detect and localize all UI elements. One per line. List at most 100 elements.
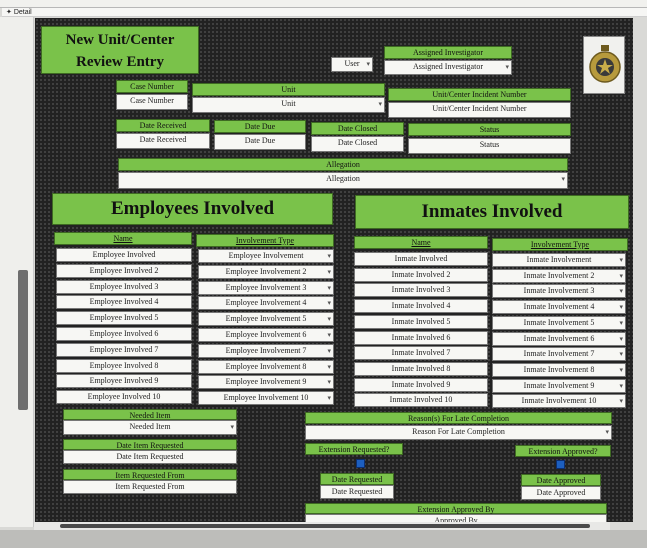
date-item-requested-field[interactable]: Date Item Requested (63, 450, 237, 464)
inmate-involvement-dropdown[interactable]: Inmate Involvement ▾ (492, 253, 626, 267)
date-approved-field[interactable]: Date Approved (521, 486, 601, 500)
inmate-involvement-dropdown[interactable]: Inmate Involvement 4 ▾ (492, 300, 626, 315)
inmate-involvement-dropdown[interactable]: Inmate Involvement 8 ▾ (492, 362, 626, 377)
chevron-down-icon: ▾ (619, 381, 623, 390)
employee-involvement-value: Employee Involvement 6 (225, 330, 307, 339)
extension-approved-checkbox[interactable] (556, 460, 565, 469)
chevron-down-icon: ▾ (619, 334, 623, 343)
inmate-name-field[interactable]: Inmate Involved 5 (354, 314, 488, 329)
unit-dropdown[interactable]: Unit ▾ (192, 97, 385, 113)
chevron-down-icon: ▾ (619, 271, 623, 280)
employee-involvement-dropdown[interactable]: Employee Involvement 7 ▾ (198, 343, 334, 358)
inmate-involvement-value: Inmate Involvement 2 (523, 270, 595, 280)
employee-name-header: Name (54, 232, 192, 245)
employee-name-field[interactable]: Employee Involved 9 (56, 374, 192, 389)
chevron-down-icon: ▾ (366, 60, 370, 68)
employee-involvement-value: Employee Involvement 2 (225, 266, 307, 276)
employee-involvement-dropdown[interactable]: Employee Involvement 2 ▾ (198, 264, 334, 279)
chevron-down-icon: ▾ (619, 303, 623, 312)
title-line-2: Review Entry (76, 54, 164, 70)
employee-name-field[interactable]: Employee Involved 8 (56, 358, 192, 373)
inmate-name-field[interactable]: Inmate Involved 8 (354, 361, 488, 376)
chevron-down-icon: ▾ (619, 365, 623, 374)
date-requested-label: Date Requested (320, 473, 394, 485)
status-label: Status (408, 123, 571, 136)
inmate-name-field[interactable]: Inmate Involved 7 (354, 346, 488, 361)
needed-item-value: Needed Item (129, 422, 171, 431)
chevron-down-icon: ▾ (327, 378, 331, 387)
user-dropdown[interactable]: User ▾ (331, 57, 373, 72)
employee-name-field[interactable]: Employee Involved 3 (56, 279, 192, 294)
date-approved-label: Date Approved (521, 474, 601, 486)
date-closed-field[interactable]: Date Closed (311, 136, 404, 152)
inmate-involvement-value: Inmate Involvement 9 (523, 380, 595, 390)
employee-name-field[interactable]: Employee Involved 5 (56, 311, 192, 326)
inmate-involvement-dropdown[interactable]: Inmate Involvement 2 ▾ (492, 268, 626, 283)
inmate-name-field[interactable]: Inmate Involved 4 (354, 299, 488, 314)
title-line-1: New Unit/Center (65, 32, 175, 48)
employee-involvement-dropdown[interactable]: Employee Involvement 9 ▾ (198, 375, 334, 390)
employee-name-field[interactable]: Employee Involved 10 (56, 390, 192, 405)
allegation-label: Allegation (118, 158, 568, 171)
employee-involvement-dropdown[interactable]: Employee Involvement 10 ▾ (198, 391, 334, 406)
employee-involvement-dropdown[interactable]: Employee Involvement 3 ▾ (198, 280, 334, 295)
employee-name-field[interactable]: Employee Involved 6 (56, 327, 192, 341)
chevron-down-icon: ▾ (327, 315, 331, 324)
chevron-down-icon: ▾ (327, 299, 331, 308)
date-received-label: Date Received (116, 119, 210, 132)
employee-involvement-value: Employee Involvement 10 (223, 393, 309, 403)
inmate-name-field[interactable]: Inmate Involved 6 (354, 330, 488, 345)
extension-requested-checkbox[interactable] (356, 459, 365, 468)
employee-involvement-dropdown[interactable]: Employee Involvement 4 ▾ (198, 296, 334, 311)
assigned-investigator-value: Assigned Investigator (413, 62, 483, 71)
vertical-ruler (0, 17, 34, 527)
incident-number-field[interactable]: Unit/Center Incident Number (388, 102, 571, 118)
chevron-down-icon: ▾ (327, 252, 331, 260)
unit-value: Unit (281, 99, 296, 108)
employee-name-field[interactable]: Employee Involved 2 (56, 263, 192, 278)
case-number-field[interactable]: Case Number (116, 94, 188, 110)
employee-involvement-value: Employee Involvement 4 (225, 298, 307, 308)
inmate-name-field[interactable]: Inmate Involved 3 (354, 283, 488, 298)
inmate-name-field[interactable]: Inmate Involved (354, 252, 488, 266)
date-requested-field[interactable]: Date Requested (320, 485, 394, 499)
needed-item-dropdown[interactable]: Needed Item ▾ (63, 420, 237, 435)
inmate-involvement-dropdown[interactable]: Inmate Involvement 3 ▾ (492, 284, 626, 299)
inmate-name-field[interactable]: Inmate Involved 10 (354, 393, 488, 408)
inmate-involvement-dropdown[interactable]: Inmate Involvement 7 ▾ (492, 347, 626, 362)
employee-involvement-dropdown[interactable]: Employee Involvement 6 ▾ (198, 328, 334, 342)
reason-dropdown[interactable]: Reason For Late Completion ▾ (305, 425, 612, 440)
inmate-involvement-dropdown[interactable]: Inmate Involvement 5 ▾ (492, 315, 626, 330)
chevron-down-icon: ▾ (327, 267, 331, 276)
form-title: New Unit/Center Review Entry (41, 26, 199, 74)
allegation-value: Allegation (326, 174, 360, 183)
vertical-scrollbar[interactable] (18, 270, 28, 410)
section-marker-icon: ✦ (6, 9, 12, 16)
case-number-label: Case Number (116, 80, 188, 93)
horizontal-scrollbar[interactable] (60, 524, 590, 528)
chevron-down-icon: ▾ (619, 318, 623, 327)
chevron-down-icon: ▾ (619, 256, 623, 264)
chevron-down-icon: ▾ (378, 100, 382, 108)
employee-involvement-dropdown[interactable]: Employee Involvement 8 ▾ (198, 359, 334, 374)
detail-section-header: ✦ Detail (2, 8, 647, 17)
item-requested-from-field[interactable]: Item Requested From (63, 480, 237, 494)
inmate-involvement-value: Inmate Involvement 3 (523, 286, 595, 296)
inmate-name-field[interactable]: Inmate Involved 2 (354, 267, 488, 282)
employee-name-field[interactable]: Employee Involved (56, 248, 192, 262)
date-received-field[interactable]: Date Received (116, 133, 210, 149)
inmate-involvement-dropdown[interactable]: Inmate Involvement 9 ▾ (492, 378, 626, 393)
employee-name-field[interactable]: Employee Involved 4 (56, 295, 192, 310)
date-due-field[interactable]: Date Due (214, 134, 306, 150)
ruler-bar (0, 0, 647, 8)
inmate-involvement-dropdown[interactable]: Inmate Involvement 10 ▾ (492, 394, 626, 409)
inmate-name-field[interactable]: Inmate Involved 9 (354, 377, 488, 392)
inmate-involvement-value: Inmate Involvement 8 (523, 364, 595, 374)
allegation-dropdown[interactable]: Allegation ▾ (118, 172, 568, 189)
employee-involvement-dropdown[interactable]: Employee Involvement 5 ▾ (198, 312, 334, 327)
status-field[interactable]: Status (408, 138, 571, 154)
assigned-investigator-dropdown[interactable]: Assigned Investigator ▾ (384, 60, 512, 75)
employee-involvement-dropdown[interactable]: Employee Involvement ▾ (198, 249, 334, 263)
inmate-involvement-dropdown[interactable]: Inmate Involvement 6 ▾ (492, 331, 626, 346)
employee-name-field[interactable]: Employee Involved 7 (56, 342, 192, 357)
